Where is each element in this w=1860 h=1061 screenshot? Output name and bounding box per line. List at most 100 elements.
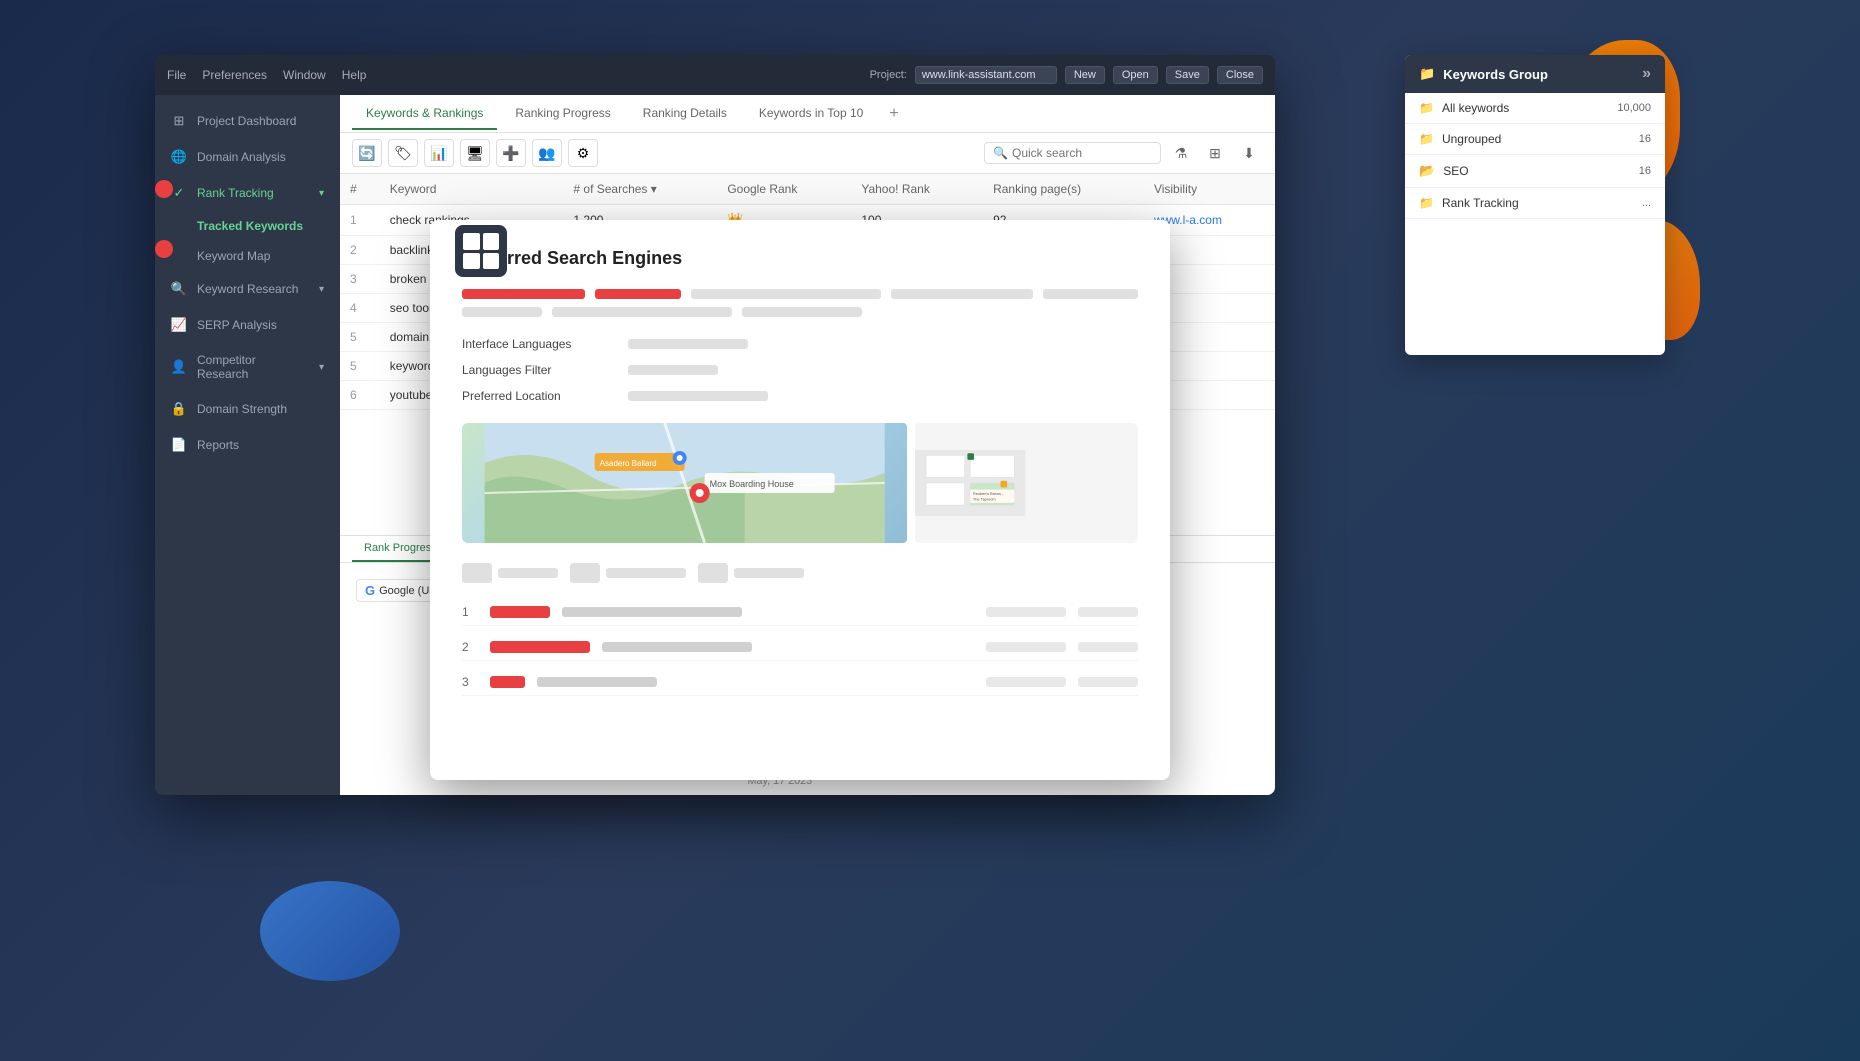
pse-light-3b bbox=[986, 677, 1066, 687]
sidebar-item-serp-analysis[interactable]: 📈 SERP Analysis bbox=[155, 307, 340, 343]
export-button[interactable]: ⬇ bbox=[1235, 139, 1263, 167]
reports-icon: 📄 bbox=[171, 437, 187, 453]
rp-item-all-keywords[interactable]: 📁 All keywords 10,000 bbox=[1405, 93, 1665, 124]
pse-data-row-3: 3 bbox=[462, 669, 1138, 696]
tab-keywords-rankings[interactable]: Keywords & Rankings bbox=[352, 98, 497, 130]
pse-row-num-2: 2 bbox=[462, 640, 478, 654]
sidebar-sub-keyword-map[interactable]: Keyword Map bbox=[155, 241, 340, 271]
sidebar-sub-tracked-keywords[interactable]: Tracked Keywords bbox=[155, 211, 340, 241]
rp-item-all-keywords-count: 10,000 bbox=[1617, 102, 1651, 114]
se-bar-2c bbox=[742, 307, 862, 317]
view-toggle-button[interactable]: ⊞ bbox=[1201, 139, 1229, 167]
keywords-group-title: Keywords Group bbox=[1443, 67, 1548, 82]
grid-cell-3 bbox=[463, 253, 480, 270]
add-keyword-button[interactable]: ➕ bbox=[496, 139, 526, 167]
map-svg: Mox Boarding House Asadero Ballard bbox=[462, 423, 907, 543]
svg-text:Asadero Ballard: Asadero Ballard bbox=[600, 459, 657, 468]
se-bar-1e bbox=[1043, 289, 1138, 299]
pse-icon-block-1 bbox=[462, 563, 558, 583]
sidebar-item-rank-tracking[interactable]: ✓ Rank Tracking bbox=[155, 175, 340, 211]
keywords-group-panel: 📁 Keywords Group » 📁 All keywords 10,000… bbox=[1405, 55, 1665, 355]
col-searches[interactable]: # of Searches ▾ bbox=[563, 174, 717, 205]
se-row-1 bbox=[462, 289, 1138, 299]
menu-window[interactable]: Window bbox=[283, 68, 326, 82]
search-input[interactable] bbox=[1012, 146, 1152, 160]
rp-item-rank-tracking[interactable]: 📁 Rank Tracking ... bbox=[1405, 188, 1665, 219]
se-rows bbox=[462, 289, 1138, 317]
domain-strength-icon: 🔒 bbox=[171, 401, 187, 417]
rp-item-rank-tracking-label: Rank Tracking bbox=[1442, 196, 1634, 210]
table-header-row: # Keyword # of Searches ▾ Google Rank Ya… bbox=[340, 174, 1275, 205]
sidebar-item-reports[interactable]: 📄 Reports bbox=[155, 427, 340, 463]
sidebar-label-rank-tracking: Rank Tracking bbox=[197, 186, 274, 200]
sidebar-item-competitor-research[interactable]: 👤 Competitor Research bbox=[155, 343, 340, 391]
keyword-research-icon: 🔍 bbox=[171, 281, 187, 297]
sidebar-label-domain-strength: Domain Strength bbox=[197, 402, 287, 416]
map-main: Mox Boarding House Asadero Ballard bbox=[462, 423, 907, 543]
pse-gray-3a bbox=[537, 677, 657, 687]
open-button[interactable]: Open bbox=[1113, 66, 1158, 84]
sidebar-item-domain-analysis[interactable]: 🌐 Domain Analysis bbox=[155, 139, 340, 175]
lang-filter-bar bbox=[628, 365, 718, 375]
sidebar-label-reports: Reports bbox=[197, 438, 239, 452]
menu-bar: File Preferences Window Help bbox=[167, 68, 366, 82]
tab-ranking-progress[interactable]: Ranking Progress bbox=[501, 98, 624, 130]
google-g-icon: G bbox=[365, 583, 375, 598]
sidebar-label-serp-analysis: SERP Analysis bbox=[197, 318, 277, 332]
rp-item-seo[interactable]: 📂 SEO 16 bbox=[1405, 155, 1665, 188]
user-button[interactable]: 👥 bbox=[532, 139, 562, 167]
settings-rows: Interface Languages Languages Filter Pre… bbox=[462, 337, 1138, 403]
pse-bottom: 1 2 3 bbox=[462, 563, 1138, 696]
settings-row-lang-filter: Languages Filter bbox=[462, 363, 1138, 377]
monitor-button[interactable]: 🖥 bbox=[460, 139, 490, 167]
close-button[interactable]: Close bbox=[1217, 66, 1263, 84]
settings-button[interactable]: ⚙ bbox=[568, 139, 598, 167]
rp-item-ungrouped-count: 16 bbox=[1639, 133, 1651, 145]
sidebar-label-domain-analysis: Domain Analysis bbox=[197, 150, 286, 164]
rp-item-ungrouped[interactable]: 📁 Ungrouped 16 bbox=[1405, 124, 1665, 155]
filter-button[interactable]: ⚗ bbox=[1167, 139, 1195, 167]
sidebar-item-domain-strength[interactable]: 🔒 Domain Strength bbox=[155, 391, 340, 427]
sidebar-item-keyword-research[interactable]: 🔍 Keyword Research bbox=[155, 271, 340, 307]
pse-data-row-2: 2 bbox=[462, 634, 1138, 661]
menu-file[interactable]: File bbox=[167, 68, 186, 82]
se-row-2 bbox=[462, 307, 1138, 317]
tag-button[interactable]: 🏷 bbox=[388, 139, 418, 167]
pse-light-2b bbox=[986, 642, 1066, 652]
title-bar-right: Project: www.link-assistant.com New Open… bbox=[870, 66, 1263, 84]
domain-analysis-icon: 🌐 bbox=[171, 149, 187, 165]
app-icon-grid bbox=[455, 225, 507, 277]
save-button[interactable]: Save bbox=[1166, 66, 1209, 84]
tab-keywords-top10[interactable]: Keywords in Top 10 bbox=[745, 98, 878, 130]
svg-text:The Taproom: The Taproom bbox=[973, 498, 996, 502]
tab-ranking-details[interactable]: Ranking Details bbox=[629, 98, 741, 130]
rp-item-rank-tracking-count: ... bbox=[1642, 197, 1651, 209]
col-ranking-pages: Ranking page(s) bbox=[983, 174, 1144, 205]
expand-button[interactable]: » bbox=[1642, 65, 1651, 83]
languages-filter-label: Languages Filter bbox=[462, 363, 612, 377]
rp-item-seo-count: 16 bbox=[1639, 165, 1651, 177]
col-keyword: Keyword bbox=[380, 174, 564, 205]
project-selector[interactable]: www.link-assistant.com bbox=[915, 66, 1057, 84]
pse-light-1b bbox=[986, 607, 1066, 617]
pse-icon-line-2 bbox=[606, 568, 686, 578]
refresh-button[interactable]: 🔄 bbox=[352, 139, 382, 167]
pse-icon-block-3 bbox=[698, 563, 804, 583]
pse-light-2c bbox=[1078, 642, 1138, 652]
new-button[interactable]: New bbox=[1065, 66, 1105, 84]
decorative-blob-blue bbox=[260, 881, 400, 981]
svg-text:Reuben's Brews -: Reuben's Brews - bbox=[973, 492, 1004, 496]
preferred-search-engines-panel: Preferred Search Engines Interface Langu… bbox=[430, 220, 1170, 780]
col-yahoo-rank: Yahoo! Rank bbox=[851, 174, 983, 205]
pse-data-row-1: 1 bbox=[462, 599, 1138, 626]
sidebar-label-project-dashboard: Project Dashboard bbox=[197, 114, 296, 128]
chart-button[interactable]: 📊 bbox=[424, 139, 454, 167]
pse-light-1c bbox=[1078, 607, 1138, 617]
se-bar-1c bbox=[691, 289, 881, 299]
add-tab-button[interactable]: + bbox=[881, 101, 906, 127]
pse-red-bar-3 bbox=[490, 676, 525, 688]
menu-preferences[interactable]: Preferences bbox=[202, 68, 267, 82]
pse-light-3c bbox=[1078, 677, 1138, 687]
menu-help[interactable]: Help bbox=[342, 68, 367, 82]
sidebar-item-project-dashboard[interactable]: ⊞ Project Dashboard bbox=[155, 103, 340, 139]
